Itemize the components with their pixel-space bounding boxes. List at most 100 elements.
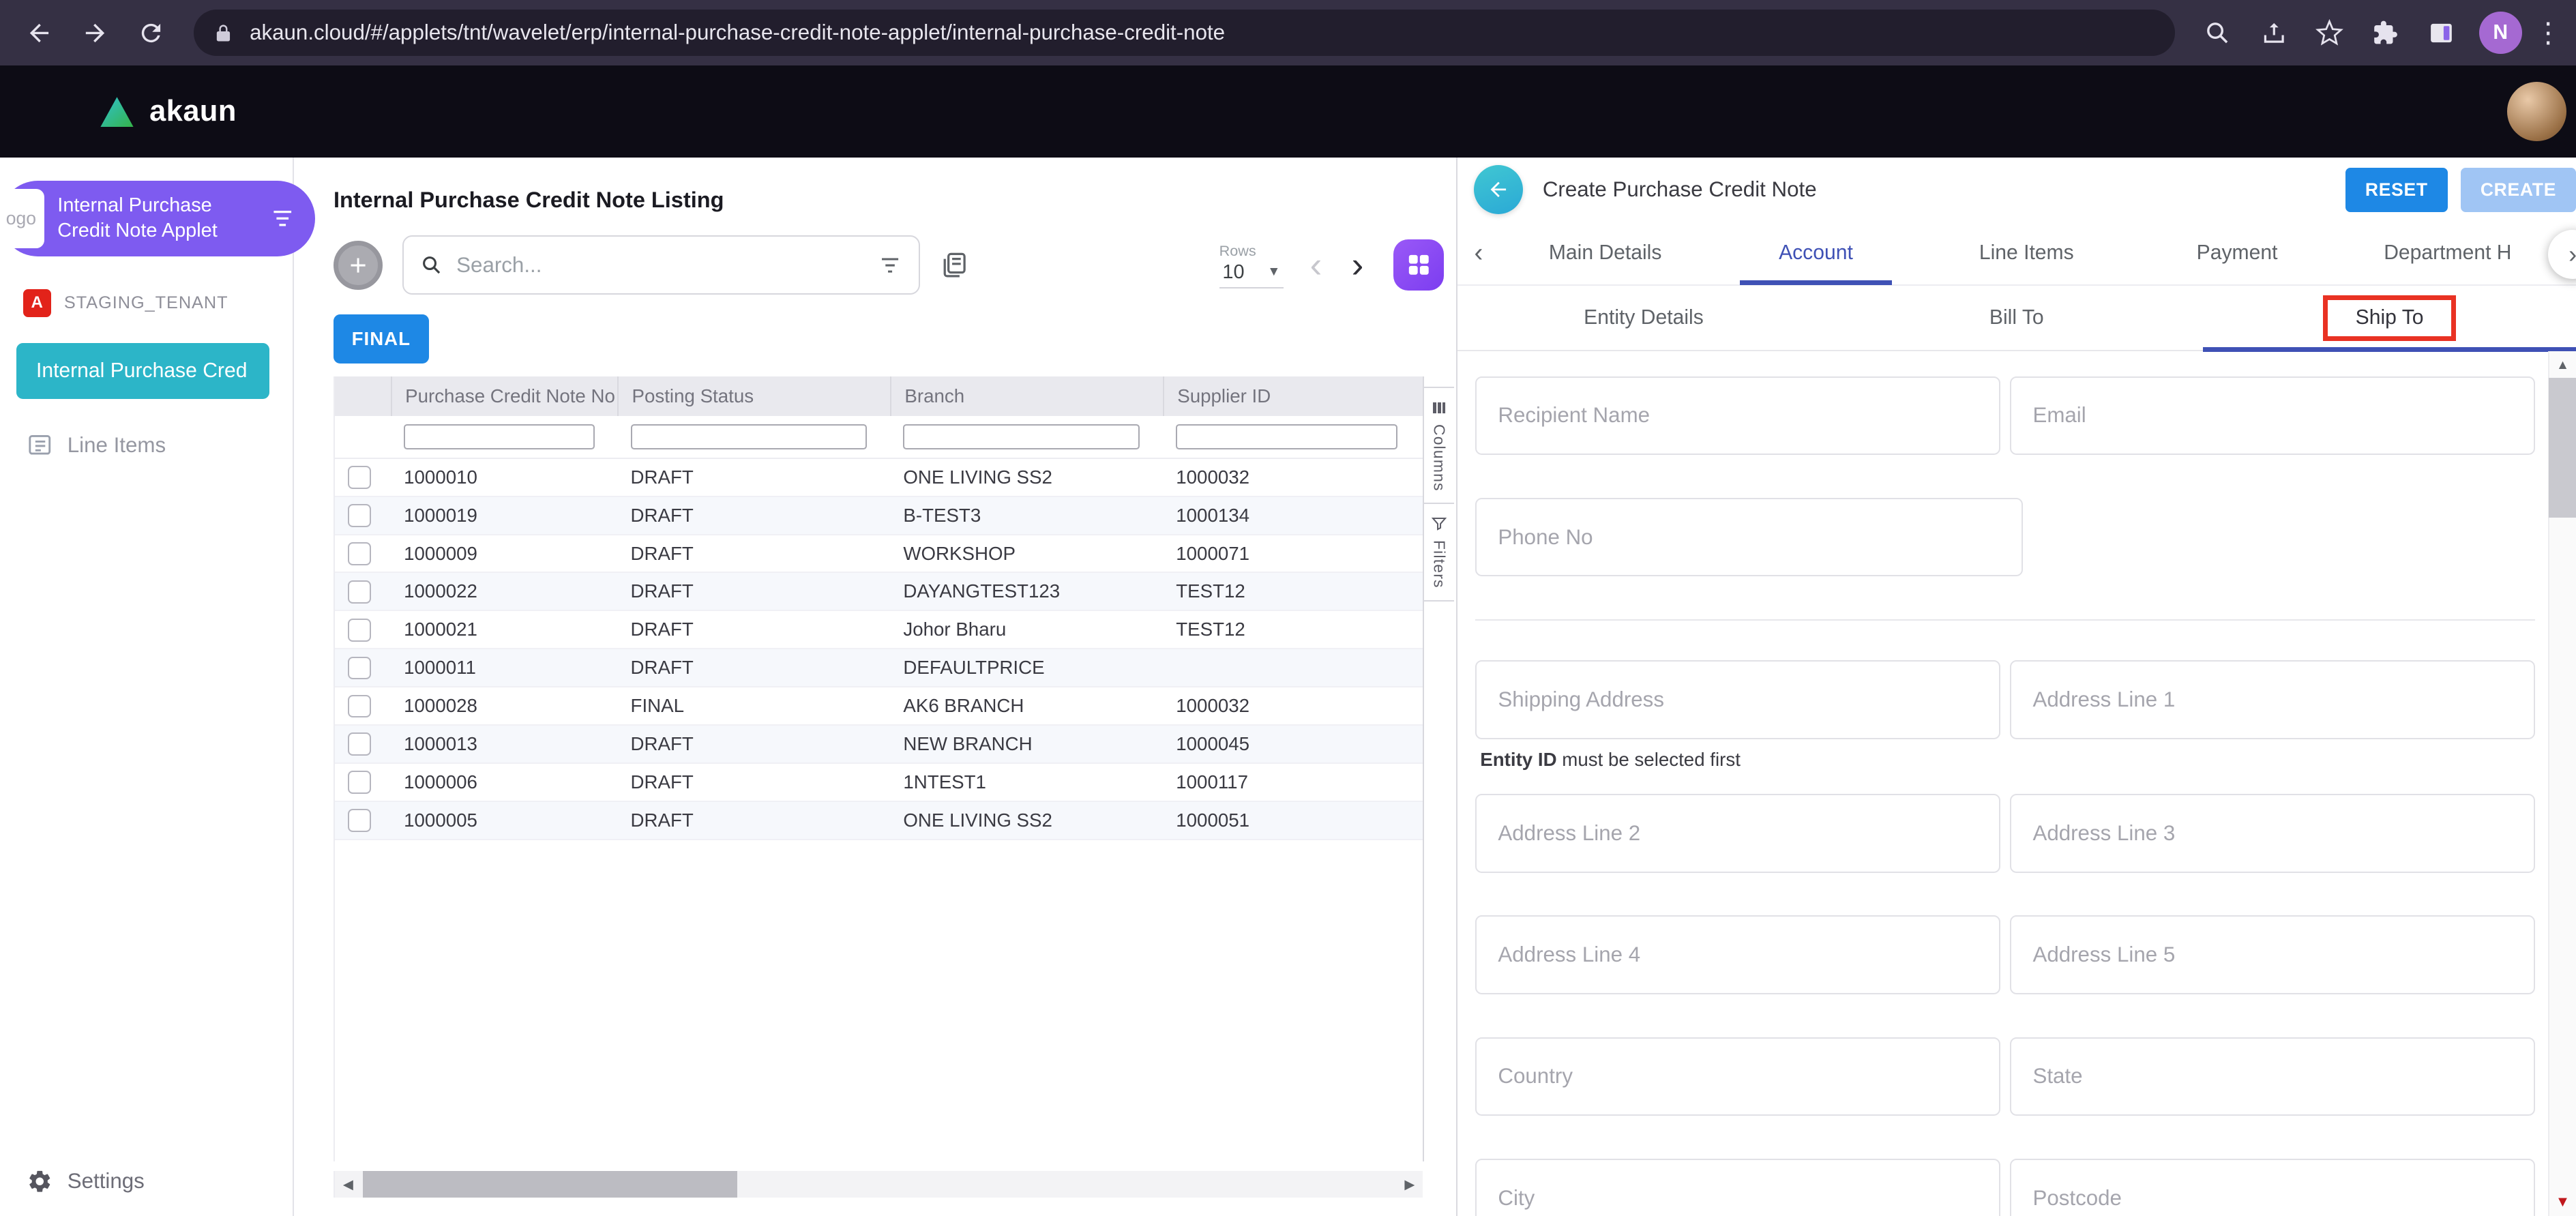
shipping-address-field[interactable] — [1475, 660, 2000, 739]
row-checkbox[interactable] — [348, 694, 371, 718]
row-checkbox[interactable] — [348, 809, 371, 832]
table-row[interactable]: 1000028 FINAL AK6 BRANCH 1000032 — [334, 687, 1423, 726]
applet-menu-icon[interactable] — [269, 205, 296, 232]
address-line-4-field[interactable] — [1475, 915, 2000, 994]
scroll-down-icon[interactable]: ▼ — [2556, 1193, 2570, 1215]
row-checkbox[interactable] — [348, 504, 371, 527]
scroll-up-icon[interactable]: ▲ — [2556, 351, 2569, 378]
subtab-ship-to[interactable]: Ship To — [2203, 286, 2576, 353]
address-line-2-field[interactable] — [1475, 794, 2000, 873]
settings-label: Settings — [67, 1168, 145, 1193]
search-icon[interactable] — [2191, 7, 2244, 59]
table-row[interactable]: 1000019 DRAFT B-TEST3 1000134 — [334, 496, 1423, 535]
tabs-scroll-left-icon[interactable]: ‹ — [1457, 238, 1500, 268]
bookmark-star-icon[interactable] — [2303, 7, 2356, 59]
back-button[interactable] — [1473, 165, 1523, 215]
country-field[interactable] — [1475, 1037, 2000, 1116]
table-row[interactable]: 1000009 DRAFT WORKSHOP 1000071 — [334, 535, 1423, 574]
address-line-3-field[interactable] — [2010, 794, 2535, 873]
row-checkbox[interactable] — [348, 656, 371, 680]
filters-tab[interactable]: Filters — [1424, 504, 1454, 602]
search-box[interactable] — [402, 235, 920, 295]
akaun-logo[interactable]: akaun — [99, 95, 237, 128]
reset-button[interactable]: RESET — [2345, 167, 2448, 212]
address-line-5-field[interactable] — [2010, 915, 2535, 994]
columns-tab[interactable]: Columns — [1424, 386, 1454, 505]
previous-page-button[interactable]: ‹ — [1310, 247, 1322, 283]
postcode-field[interactable] — [2010, 1158, 2535, 1216]
scroll-right-icon[interactable]: ▶ — [1396, 1176, 1423, 1193]
address-line-1-field[interactable] — [2010, 660, 2535, 739]
row-checkbox[interactable] — [348, 542, 371, 565]
tab-main-details[interactable]: Main Details — [1500, 221, 1711, 285]
state-field[interactable] — [2010, 1037, 2535, 1116]
vertical-scrollbar[interactable]: ▲ ▼ — [2548, 351, 2576, 1216]
row-checkbox[interactable] — [348, 618, 371, 642]
vertical-scroll-thumb[interactable] — [2549, 378, 2576, 518]
create-button[interactable]: CREATE — [2460, 167, 2576, 212]
sidebar-item-line-items[interactable]: Line Items — [27, 432, 293, 458]
phone-no-field[interactable] — [1475, 497, 2024, 577]
list-copy-icon[interactable] — [940, 250, 969, 280]
horizontal-scrollbar[interactable]: ◀ ▶ — [333, 1171, 1423, 1198]
table-row[interactable]: 1000005 DRAFT ONE LIVING SS2 1000051 — [334, 801, 1423, 840]
row-checkbox[interactable] — [348, 771, 371, 795]
row-checkbox[interactable] — [348, 580, 371, 604]
grid-view-button[interactable] — [1393, 239, 1445, 291]
search-input[interactable] — [456, 252, 865, 278]
recipient-name-field[interactable] — [1475, 376, 2000, 456]
applet-switcher-button[interactable]: ogo Internal Purchase Credit Note Applet — [0, 180, 316, 256]
tab-payment[interactable]: Payment — [2132, 221, 2343, 285]
table-row[interactable]: 1000010 DRAFT ONE LIVING SS2 1000032 — [334, 459, 1423, 497]
row-checkbox[interactable] — [348, 466, 371, 490]
column-header-purchase-credit-note-no[interactable]: Purchase Credit Note No — [390, 376, 617, 417]
column-header-branch[interactable]: Branch — [890, 376, 1163, 417]
email-field[interactable] — [2010, 376, 2535, 456]
reload-icon[interactable] — [125, 7, 177, 59]
subtab-bill-to[interactable]: Bill To — [1830, 286, 2203, 350]
form-field-row — [1475, 497, 2535, 577]
sidebar-item-internal-purchase-credit-note[interactable]: Internal Purchase Cred — [16, 343, 270, 400]
table-row[interactable]: 1000022 DRAFT DAYANGTEST123 TEST12 — [334, 573, 1423, 612]
filter-icon[interactable] — [878, 253, 902, 278]
rows-per-page-select[interactable]: Rows 10 ▼ — [1219, 242, 1284, 288]
column-filter-input-purchase-credit-note-no[interactable] — [404, 424, 595, 449]
ship-to-form: Entity ID must be selected first — [1457, 351, 2576, 1216]
table-row[interactable]: 1000021 DRAFT Johor Bharu TEST12 — [334, 611, 1423, 650]
column-header-posting-status[interactable]: Posting Status — [617, 376, 890, 417]
row-checkbox[interactable] — [348, 732, 371, 756]
lock-icon — [213, 23, 233, 43]
forward-icon[interactable] — [69, 7, 121, 59]
column-filter-input-branch[interactable] — [903, 424, 1140, 449]
cell-supplier-id: 1000032 — [1176, 695, 1250, 717]
tab-account[interactable]: Account — [1711, 221, 1921, 286]
tab-line-items[interactable]: Line Items — [1921, 221, 2132, 285]
column-header-supplier-id[interactable]: Supplier ID — [1162, 376, 1421, 417]
next-page-button[interactable]: › — [1352, 247, 1364, 283]
table-row[interactable]: 1000011 DRAFT DEFAULTPRICE — [334, 649, 1423, 688]
city-field[interactable] — [1475, 1158, 2000, 1216]
side-panel-icon[interactable] — [2415, 7, 2468, 59]
user-avatar[interactable] — [2506, 82, 2566, 142]
extensions-puzzle-icon[interactable] — [2359, 7, 2412, 59]
subtab-entity-details[interactable]: Entity Details — [1457, 286, 1831, 350]
tab-department-h[interactable]: Department H — [2342, 221, 2553, 285]
address-bar[interactable]: akaun.cloud/#/applets/tnt/wavelet/erp/in… — [194, 10, 2176, 56]
column-filter-input-posting-status[interactable] — [630, 424, 868, 449]
scroll-left-icon[interactable]: ◀ — [335, 1176, 361, 1193]
listing-toolbar: Rows 10 ▼ ‹ › — [333, 235, 1454, 295]
grid-icon — [1408, 255, 1429, 276]
back-icon[interactable] — [13, 7, 65, 59]
browser-menu-icon[interactable]: ⋮ — [2533, 7, 2562, 59]
final-status-chip[interactable]: FINAL — [333, 314, 429, 364]
share-icon[interactable] — [2247, 7, 2300, 59]
tenant-selector[interactable]: A STAGING_TENANT — [23, 288, 293, 317]
sidebar-settings[interactable]: Settings — [27, 1168, 145, 1195]
add-record-button[interactable] — [333, 240, 383, 290]
horizontal-scroll-thumb[interactable] — [362, 1171, 738, 1198]
chevron-down-icon: ▼ — [1267, 265, 1281, 280]
profile-avatar[interactable]: N — [2478, 11, 2522, 55]
column-filter-input-supplier-id[interactable] — [1176, 424, 1398, 449]
table-row[interactable]: 1000013 DRAFT NEW BRANCH 1000045 — [334, 725, 1423, 764]
table-row[interactable]: 1000006 DRAFT 1NTEST1 1000117 — [334, 764, 1423, 802]
